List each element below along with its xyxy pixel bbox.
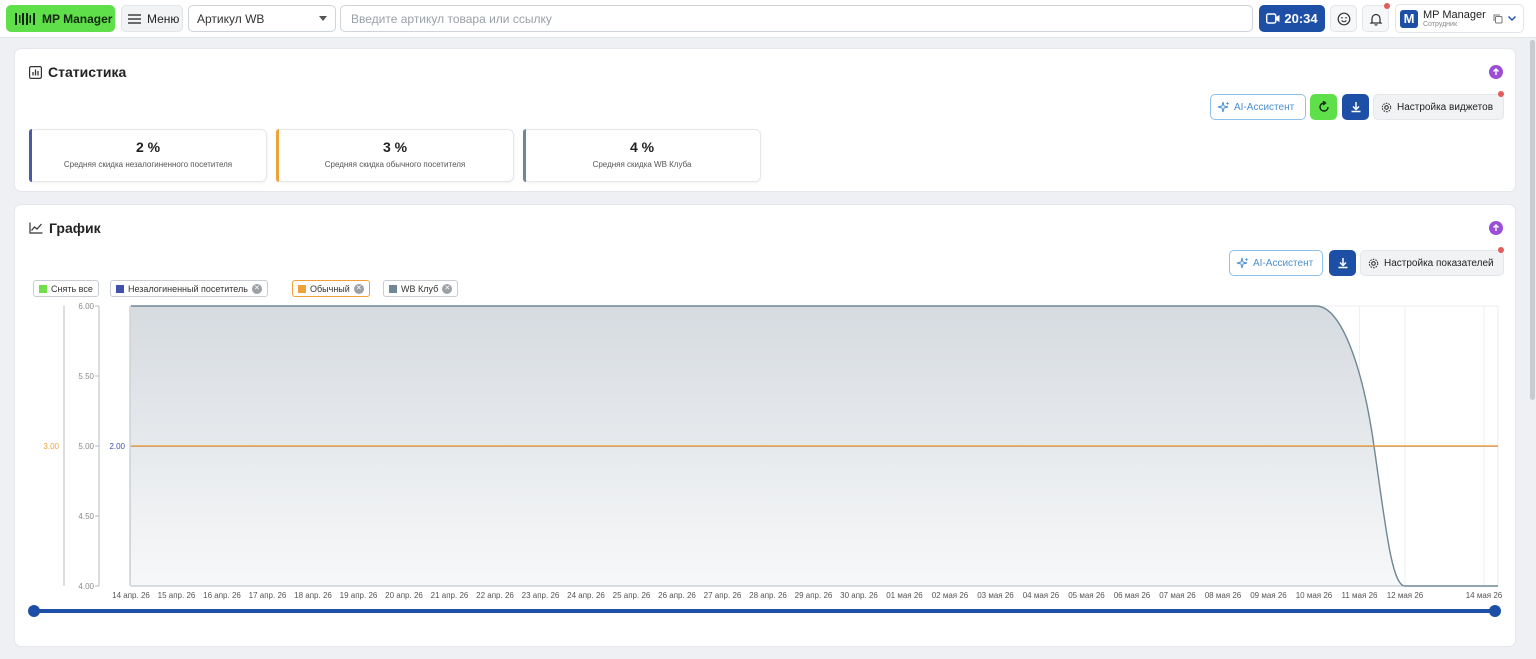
legend-item-wb-club[interactable]: WB Клуб ✕ [383, 280, 459, 297]
bar-chart-icon [29, 65, 42, 79]
user-role: Сотрудник [1423, 20, 1458, 28]
metric-settings-label: Настройка показателей [1384, 257, 1494, 269]
sparkle-icon [1236, 257, 1249, 268]
gear-icon [1381, 102, 1392, 112]
notification-dot [1384, 3, 1390, 9]
stat-card-anonymous: 2 % Средняя скидка незалогиненного посет… [29, 129, 267, 182]
legend-label: Незалогиненный посетитель [128, 283, 248, 294]
video-time-button[interactable]: 20:34 [1259, 5, 1325, 32]
user-name: MP Manager [1423, 8, 1486, 21]
chevron-down-icon [1507, 16, 1516, 21]
hamburger-icon [128, 13, 141, 24]
refresh-icon [1318, 101, 1329, 112]
settings-badge-dot [1498, 91, 1504, 97]
stat-accent-bar [523, 129, 526, 182]
ai-assistant-label: AI-Ассистент [1234, 101, 1295, 113]
stat-card-regular: 3 % Средняя скидка обычного посетителя [276, 129, 514, 182]
graph-header: График [29, 220, 101, 236]
metric-settings-button[interactable]: Настройка показателей [1360, 250, 1504, 276]
stat-label: Средняя скидка обычного посетителя [324, 160, 466, 169]
copy-icon [1493, 14, 1503, 23]
legend-item-regular[interactable]: Обычный ✕ [292, 280, 370, 297]
panel-title: График [49, 220, 101, 236]
bell-icon [1369, 13, 1382, 26]
legend-swatch [298, 284, 306, 293]
ai-assistant-button[interactable]: AI-Ассистент [1229, 250, 1323, 276]
smiley-icon [1337, 12, 1350, 25]
remove-icon[interactable]: ✕ [442, 283, 453, 294]
settings-badge-dot [1498, 247, 1504, 253]
graph-panel: График AI-Ассистент Настройка показателе… [14, 204, 1516, 647]
download-button[interactable] [1329, 250, 1356, 276]
collapse-icon[interactable] [1489, 65, 1503, 79]
statistics-panel: Статистика AI-Ассистент Настройка виджет… [14, 48, 1516, 192]
stat-accent-bar [29, 129, 32, 182]
remove-icon[interactable]: ✕ [353, 283, 364, 294]
line-chart-icon [29, 222, 43, 234]
user-menu[interactable]: M MP Manager Сотрудник [1395, 4, 1524, 33]
legend-swatch [39, 284, 47, 293]
legend-swatch [389, 284, 397, 293]
logo-label: MP Manager [42, 11, 113, 26]
top-bar: MP Manager Меню Артикул WB 20:34 M MP Ma… [0, 0, 1536, 38]
refresh-button[interactable] [1310, 94, 1337, 120]
panel-title: Статистика [48, 64, 127, 80]
time-label: 20:34 [1284, 11, 1318, 26]
logo-button[interactable]: MP Manager [6, 5, 115, 32]
legend-swatch [116, 284, 124, 293]
stat-label: Средняя скидка WB Клуба [592, 160, 692, 169]
legend-label: Снять все [51, 283, 93, 294]
download-icon [1351, 102, 1360, 113]
ai-assistant-label: AI-Ассистент [1253, 257, 1314, 269]
stat-label: Средняя скидка незалогиненного посетител… [63, 160, 233, 169]
legend-label: Обычный [310, 283, 350, 294]
stat-card-wb-club: 4 % Средняя скидка WB Клуба [523, 129, 761, 182]
page-scrollbar[interactable] [1530, 40, 1535, 400]
widget-settings-button[interactable]: Настройка виджетов [1373, 94, 1504, 120]
legend-label: WB Клуб [401, 283, 439, 294]
download-icon [1338, 258, 1347, 269]
barcode-logo-icon [15, 12, 35, 25]
menu-label: Меню [147, 11, 180, 26]
article-type-value: Артикул WB [197, 11, 265, 26]
ai-assistant-button[interactable]: AI-Ассистент [1210, 94, 1306, 120]
chevron-down-icon [319, 16, 327, 21]
menu-button[interactable]: Меню [121, 5, 183, 32]
video-camera-icon [1266, 13, 1280, 24]
stat-value: 4 % [629, 139, 655, 155]
statistics-header: Статистика [29, 64, 126, 80]
collapse-icon[interactable] [1489, 221, 1503, 235]
gear-icon [1368, 258, 1379, 268]
download-button[interactable] [1342, 94, 1369, 120]
stat-accent-bar [276, 129, 279, 182]
widget-settings-label: Настройка виджетов [1397, 101, 1494, 113]
article-type-select[interactable]: Артикул WB [188, 5, 336, 32]
notifications-button[interactable] [1362, 3, 1390, 32]
search-input[interactable] [340, 5, 1253, 32]
avatar: M [1400, 9, 1418, 28]
sparkle-icon [1217, 101, 1230, 112]
remove-icon[interactable]: ✕ [251, 283, 262, 294]
legend-clear-all[interactable]: Снять все [33, 280, 99, 297]
legend-item-anonymous[interactable]: Незалогиненный посетитель ✕ [110, 280, 268, 297]
stat-value: 2 % [135, 139, 161, 155]
smiley-button[interactable] [1330, 5, 1357, 32]
stat-value: 3 % [382, 139, 408, 155]
